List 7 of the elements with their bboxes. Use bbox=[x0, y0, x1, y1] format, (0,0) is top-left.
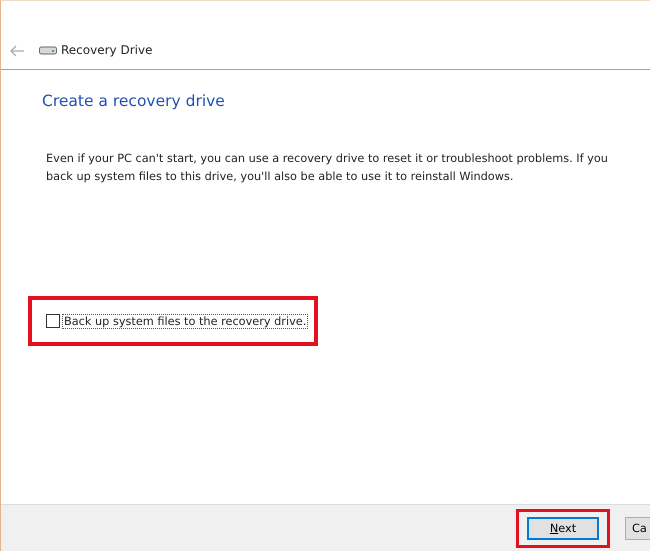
drive-icon bbox=[39, 45, 57, 55]
cancel-button[interactable]: Ca bbox=[625, 516, 650, 540]
back-arrow-icon[interactable] bbox=[9, 45, 25, 57]
page-heading: Create a recovery drive bbox=[42, 92, 226, 110]
next-button[interactable]: Next bbox=[527, 516, 599, 540]
window-title: Recovery Drive bbox=[61, 43, 152, 57]
description-text: Even if your PC can't start, you can use a recovery drive to reset it or troubleshoot problems. If you back up system files to this drive, you'll also be able to use it to reinstall Windows. bbox=[46, 151, 609, 185]
